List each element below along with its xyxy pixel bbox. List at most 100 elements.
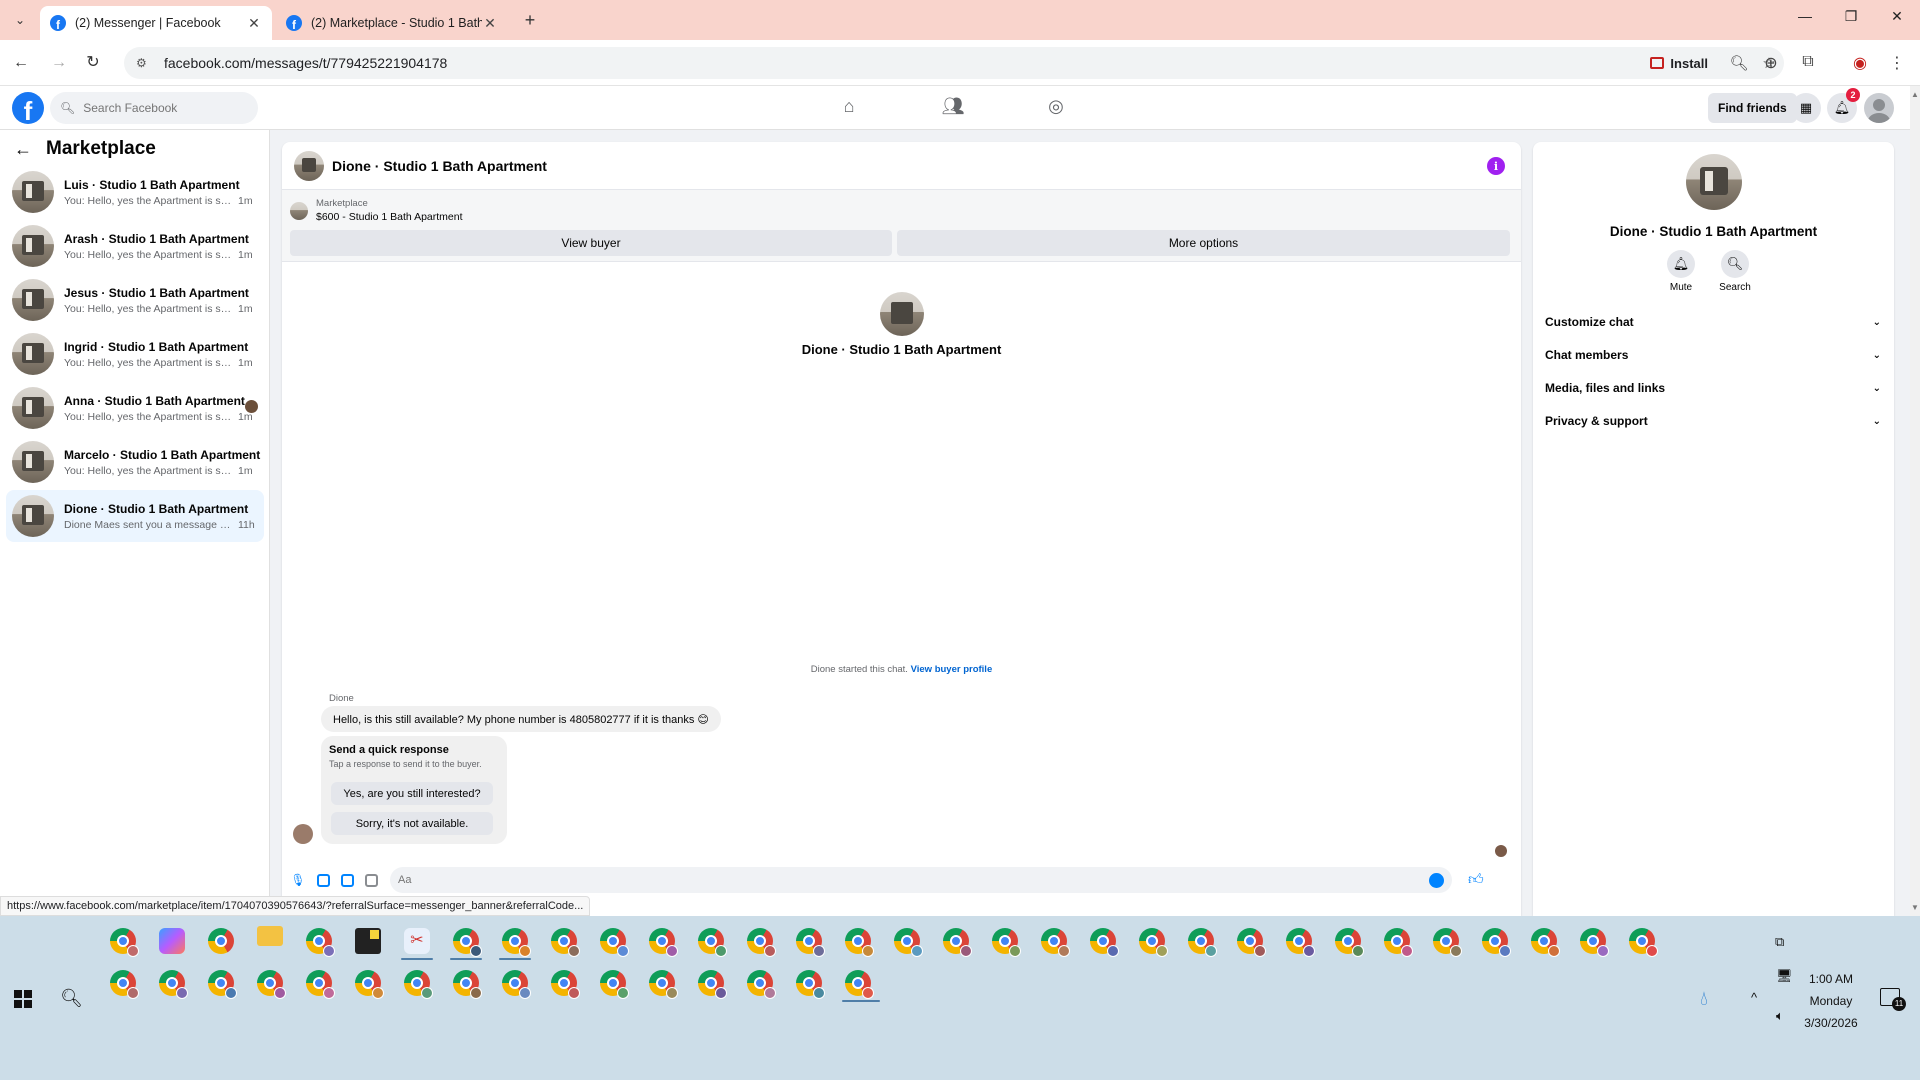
chrome-icon[interactable]: [110, 970, 139, 999]
quick-response-option[interactable]: Sorry, it's not available.: [331, 812, 493, 835]
more-options-button[interactable]: More options: [897, 230, 1510, 256]
notification-center-icon[interactable]: 11: [1880, 988, 1906, 1011]
chrome-icon[interactable]: [551, 928, 580, 957]
windows-start-icon[interactable]: [14, 990, 32, 1008]
chrome-icon[interactable]: [698, 928, 727, 957]
reload-icon[interactable]: ↻: [82, 52, 104, 74]
task-view-icon[interactable]: ⧉: [1775, 934, 1784, 950]
omnibox[interactable]: ⚙ facebook.com/messages/t/77942522190417…: [124, 47, 1784, 79]
chrome-icon[interactable]: [1335, 928, 1364, 957]
weather-drop-icon[interactable]: 💧︎: [1700, 988, 1708, 1011]
new-tab-plus-icon[interactable]: +: [520, 10, 540, 31]
chrome-icon[interactable]: [600, 970, 629, 999]
chrome-icon[interactable]: [355, 970, 384, 999]
chrome-icon[interactable]: [649, 928, 678, 957]
chrome-icon[interactable]: [845, 928, 874, 957]
file-explorer-icon[interactable]: [257, 926, 283, 946]
customize-chat-row[interactable]: Customize chat ⌄: [1545, 308, 1885, 336]
friends-icon[interactable]: 👥︎: [938, 96, 968, 120]
chrome-icon[interactable]: [1629, 928, 1658, 957]
chrome-icon[interactable]: [404, 970, 433, 999]
tab-search-chevron-icon[interactable]: ⌄: [10, 10, 30, 30]
chrome-icon[interactable]: [502, 928, 531, 957]
chrome-icon[interactable]: [1139, 928, 1168, 957]
scroll-down-icon[interactable]: ▼: [1911, 903, 1919, 912]
minimize-icon[interactable]: —: [1790, 8, 1820, 24]
back-arrow-icon[interactable]: ←: [10, 52, 32, 74]
chrome-icon[interactable]: [747, 970, 776, 999]
chrome-icon[interactable]: [943, 928, 972, 957]
chrome-icon[interactable]: [551, 970, 580, 999]
facebook-logo-icon[interactable]: f: [12, 92, 44, 124]
chrome-icon[interactable]: [747, 928, 776, 957]
details-avatar[interactable]: [1686, 154, 1742, 210]
scroll-up-icon[interactable]: ▲: [1911, 90, 1919, 99]
volume-icon[interactable]: 🔈︎: [1776, 1008, 1784, 1024]
chrome-icon[interactable]: [1041, 928, 1070, 957]
chrome-icon[interactable]: [992, 928, 1021, 957]
conversation-item[interactable]: Ingrid · Studio 1 Bath Apartment You: He…: [6, 328, 264, 380]
taskbar-search-icon[interactable]: 🔍︎: [60, 988, 83, 1009]
microphone-icon[interactable]: 🎙︎: [290, 872, 306, 888]
chat-avatar[interactable]: [294, 150, 324, 181]
chrome-icon[interactable]: [159, 970, 188, 999]
chrome-icon[interactable]: [796, 970, 825, 999]
close-window-icon[interactable]: ✕: [1882, 8, 1912, 25]
chrome-icon[interactable]: [1433, 928, 1462, 957]
url-text[interactable]: facebook.com/messages/t/779425221904178: [164, 55, 1650, 71]
back-arrow-icon[interactable]: ←: [14, 139, 32, 160]
translate-icon[interactable]: ⊕: [1760, 53, 1782, 73]
chrome-icon[interactable]: [306, 970, 335, 999]
gif-icon[interactable]: [365, 873, 378, 887]
show-hidden-icons-chevron-icon[interactable]: ^: [1751, 990, 1757, 1005]
facebook-search[interactable]: 🔍︎: [50, 92, 258, 124]
chrome-icon[interactable]: [1580, 928, 1609, 957]
chrome-icon[interactable]: [1384, 928, 1413, 957]
copilot-icon[interactable]: [159, 928, 185, 954]
chat-title[interactable]: Dione · Studio 1 Bath Apartment: [332, 158, 547, 174]
home-icon[interactable]: ⌂: [834, 96, 864, 120]
sticker-icon[interactable]: [341, 873, 354, 887]
conversation-item[interactable]: Luis · Studio 1 Bath Apartment You: Hell…: [6, 166, 264, 218]
chrome-icon[interactable]: [649, 970, 678, 999]
chrome-icon[interactable]: [306, 928, 335, 957]
close-tab-icon[interactable]: ✕: [482, 15, 498, 32]
chrome-icon[interactable]: [453, 928, 482, 957]
chrome-icon[interactable]: [1237, 928, 1266, 957]
profile-icon[interactable]: ◉: [1849, 53, 1871, 73]
image-attach-icon[interactable]: [317, 873, 330, 887]
zoom-icon[interactable]: 🔍︎: [1724, 54, 1754, 72]
snipping-tool-icon[interactable]: ✂: [404, 928, 430, 954]
view-buyer-profile-link[interactable]: View buyer profile: [911, 664, 993, 675]
chrome-icon[interactable]: [698, 970, 727, 999]
chrome-icon[interactable]: [796, 928, 825, 957]
groups-icon[interactable]: ◎: [1041, 96, 1071, 120]
emoji-icon[interactable]: [1429, 872, 1444, 888]
close-tab-icon[interactable]: ✕: [246, 15, 262, 32]
media-files-links-row[interactable]: Media, files and links ⌄: [1545, 374, 1885, 402]
conversation-item[interactable]: Arash · Studio 1 Bath Apartment You: Hel…: [6, 220, 264, 272]
chrome-icon[interactable]: [1090, 928, 1119, 957]
chrome-icon[interactable]: [600, 928, 629, 957]
browser-menu-icon[interactable]: ⋮: [1886, 53, 1908, 73]
chrome-icon[interactable]: [1482, 928, 1511, 957]
search-input[interactable]: [83, 101, 244, 115]
message-input[interactable]: [398, 874, 1429, 886]
chrome-icon[interactable]: [502, 970, 531, 999]
conversation-item-selected[interactable]: Dione · Studio 1 Bath Apartment Dione Ma…: [6, 490, 264, 542]
thumbs-up-icon[interactable]: 👍︎: [1468, 871, 1484, 889]
chrome-icon[interactable]: [845, 970, 874, 999]
account-avatar[interactable]: [1864, 93, 1894, 123]
tab-marketplace[interactable]: f (2) Marketplace - Studio 1 Bath ✕: [276, 6, 508, 40]
quick-response-option[interactable]: Yes, are you still interested?: [331, 782, 493, 805]
tab-messenger[interactable]: f (2) Messenger | Facebook ✕: [40, 6, 272, 40]
search-chat-button[interactable]: 🔍︎ Search: [1710, 250, 1760, 293]
mute-button[interactable]: 🔔︎ Mute: [1656, 250, 1706, 293]
view-buyer-button[interactable]: View buyer: [290, 230, 892, 256]
find-friends-button[interactable]: Find friends: [1708, 93, 1797, 123]
install-app-button[interactable]: Install: [1650, 56, 1708, 71]
chrome-icon[interactable]: [110, 928, 139, 957]
chat-members-row[interactable]: Chat members ⌄: [1545, 341, 1885, 369]
sticky-notes-icon[interactable]: [355, 928, 381, 954]
conversation-item[interactable]: Marcelo · Studio 1 Bath Apartment You: H…: [6, 436, 264, 488]
